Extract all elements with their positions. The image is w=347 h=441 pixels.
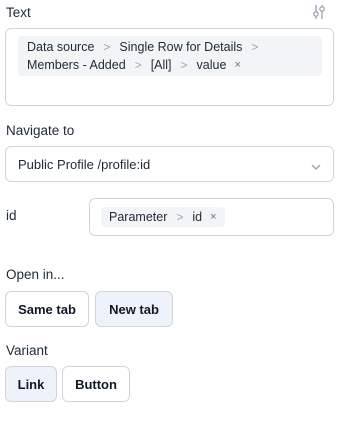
text-path-line-2: Members - Added > [All] > value × (27, 55, 241, 75)
token-data-source: Data source (27, 40, 95, 54)
variant-link-button[interactable]: Link (5, 366, 57, 402)
text-label: Text (6, 5, 31, 20)
id-param-field[interactable]: Parameter > id × (89, 198, 334, 236)
navigate-label: Navigate to (6, 123, 75, 138)
remove-token-icon[interactable]: × (234, 59, 240, 71)
variant-label: Variant (6, 343, 48, 358)
chevron-right-icon: > (180, 58, 188, 72)
token-value: value (196, 58, 227, 72)
open-in-label: Open in... (6, 267, 65, 282)
token-members-added: Members - Added (27, 58, 126, 72)
id-param-label: id (6, 208, 17, 223)
text-path-line-1: Data source > Single Row for Details > (27, 37, 267, 57)
chip-parameter: Parameter (109, 210, 168, 224)
open-in-same-tab-button[interactable]: Same tab (5, 291, 89, 327)
chevron-right-icon: > (176, 210, 184, 224)
navigate-select[interactable]: Public Profile /profile:id (5, 146, 334, 182)
sliders-icon[interactable] (311, 3, 327, 21)
chevron-down-icon (310, 159, 322, 170)
text-value-field[interactable]: Data source > Single Row for Details > M… (5, 28, 334, 106)
chevron-right-icon: > (103, 40, 111, 54)
variant-button-button[interactable]: Button (62, 366, 130, 402)
chevron-right-icon: > (251, 40, 259, 54)
token-single-row: Single Row for Details (119, 40, 243, 54)
chevron-right-icon: > (134, 58, 142, 72)
parameter-chip: Parameter > id × (101, 207, 225, 227)
remove-chip-icon[interactable]: × (210, 211, 216, 223)
chip-id: id (192, 210, 203, 224)
token-all: [All] (150, 58, 172, 72)
navigate-select-value: Public Profile /profile:id (18, 157, 151, 172)
open-in-new-tab-button[interactable]: New tab (95, 291, 173, 327)
